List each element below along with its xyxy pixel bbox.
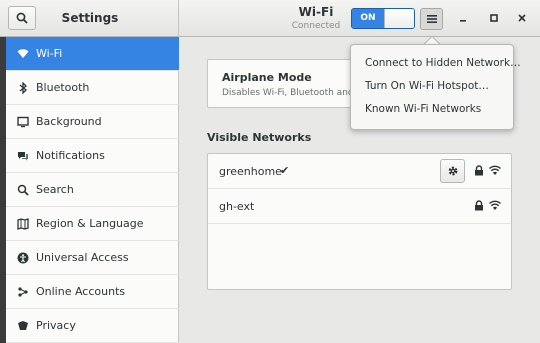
sidebar-item-label: Bluetooth [36,81,90,94]
visible-networks-heading: Visible Networks [207,131,312,144]
wifi-icon [16,47,30,61]
sidebar-item-bluetooth[interactable]: Bluetooth [6,71,179,105]
gear-icon [448,166,457,176]
sidebar-item-label: Search [36,183,74,196]
airplane-mode-title: Airplane Mode [222,71,312,84]
network-list: greenhome ✔ gh-ext [207,153,512,290]
maximize-button[interactable] [487,11,501,25]
menu-item-known-networks[interactable]: Known Wi-Fi Networks [365,103,481,115]
sidebar-item-label: Notifications [36,149,105,162]
sidebar-item-label: Universal Access [36,251,129,264]
network-row-gh-ext[interactable]: gh-ext [208,189,511,224]
search-icon [16,183,30,197]
menu-item-hotspot[interactable]: Turn On Wi-Fi Hotspot… [365,80,489,92]
sidebar-item-label: Privacy [36,319,76,332]
search-icon [16,12,28,24]
wifi-toggle-switch[interactable]: ON [351,8,415,29]
lock-icon [475,165,483,176]
search-button[interactable] [8,6,36,30]
panel-subtitle: Connected [291,21,341,31]
sidebar-item-background[interactable]: Background [6,105,179,139]
close-icon [518,14,526,22]
panel-title: Wi-Fi [298,5,334,19]
bluetooth-icon [16,81,30,95]
minimize-button[interactable] [456,11,470,25]
notifications-icon [16,149,30,163]
minimize-icon [460,20,466,22]
accessibility-icon [16,251,30,265]
sidebar-item-label: Online Accounts [36,285,126,298]
wifi-signal-icon [489,165,501,175]
sidebar-item-label: Background [36,115,102,128]
maximize-icon [490,14,498,22]
sidebar: Wi-Fi Bluetooth Background Notifications… [6,37,179,343]
sidebar-item-universal-access[interactable]: Universal Access [6,241,179,275]
region-icon [16,217,30,231]
airplane-mode-description: Disables Wi-Fi, Bluetooth and m [222,88,366,98]
online-accounts-icon [16,285,30,299]
settings-title: Settings [61,11,119,25]
wifi-signal-icon [489,200,501,210]
network-name: greenhome [219,165,282,178]
close-button[interactable] [515,11,529,25]
sidebar-item-notifications[interactable]: Notifications [6,139,179,173]
header-left: Settings [0,0,179,37]
sidebar-item-wifi[interactable]: Wi-Fi [6,37,179,71]
sidebar-item-online-accounts[interactable]: Online Accounts [6,275,179,309]
network-name: gh-ext [219,200,255,213]
sidebar-item-region-language[interactable]: Region & Language [6,207,179,241]
privacy-icon [16,319,30,333]
lock-icon [475,200,483,211]
sidebar-item-search[interactable]: Search [6,173,179,207]
sidebar-item-label: Region & Language [36,217,144,230]
toggle-knob[interactable] [384,9,414,28]
sidebar-item-privacy[interactable]: Privacy [6,309,179,343]
header-bar: Settings Wi-Fi Connected ON [0,0,540,37]
network-row-greenhome[interactable]: greenhome ✔ [208,154,511,189]
background-icon [16,115,30,129]
sidebar-item-label: Wi-Fi [36,47,63,60]
network-settings-button[interactable] [440,159,465,183]
hamburger-icon [426,15,437,23]
menu-item-connect-hidden[interactable]: Connect to Hidden Network… [365,57,521,69]
wifi-menu-popover: Connect to Hidden Network… Turn On Wi-Fi… [350,44,521,130]
toggle-on-label: ON [352,9,384,28]
menu-button[interactable] [420,8,443,30]
connected-check-icon: ✔ [280,164,290,177]
